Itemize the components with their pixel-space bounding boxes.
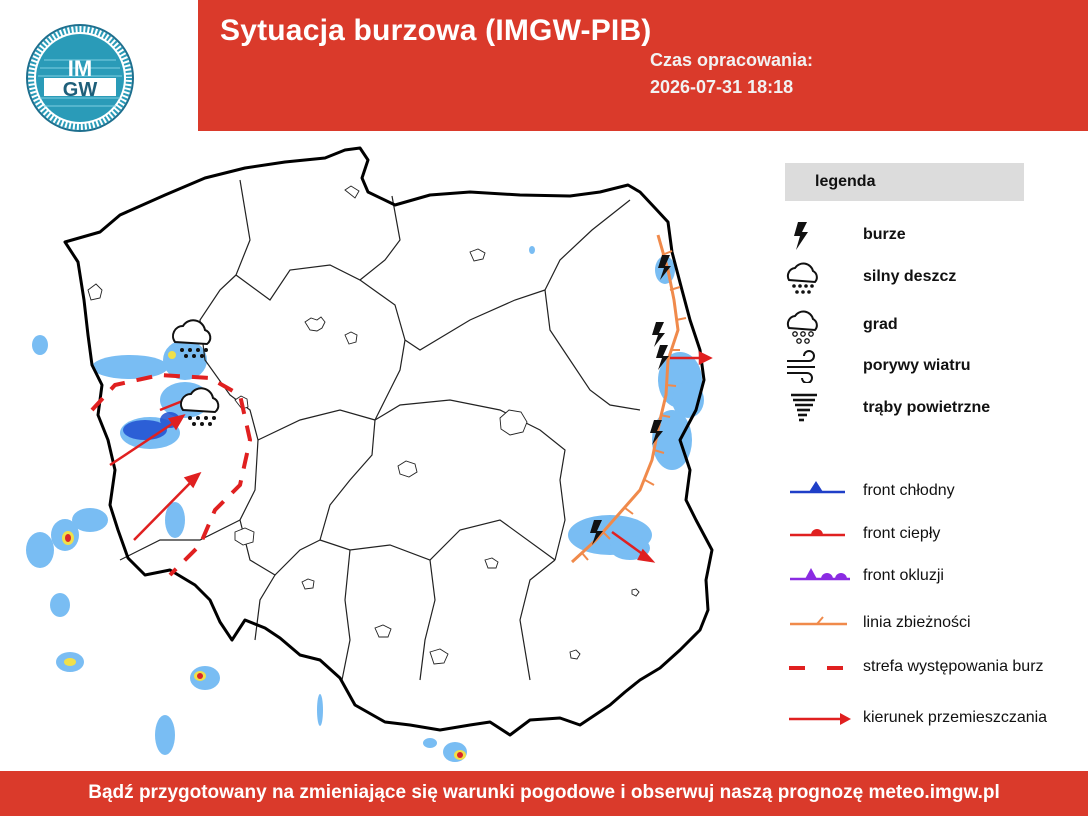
legend-item-occluded-front: front okluzji [785,559,1085,593]
page-title: Sytuacja burzowa (IMGW-PIB) [220,14,652,47]
legend-label: trąby powietrzne [863,399,991,416]
legend-item-cold-front: front chłodny [785,474,1085,508]
convergence-line-icon [790,616,847,626]
legend-title: legenda [815,173,876,190]
legend-label: silny deszcz [863,268,957,285]
imgw-logo: IM GW [22,20,138,136]
legend-label: kierunek przemieszczania [863,709,1048,726]
heavy-rain-icon [786,262,818,294]
wind-gust-icon [787,350,815,383]
legend-item-storms: burze [785,218,1085,252]
legend-item-storm-zone: strefa występowania burz [785,650,1085,684]
footer-text: Bądź przygotowany na zmieniające się war… [88,782,1000,803]
time-label: Czas opracowania: [650,50,814,70]
hail-icon [786,310,818,344]
tornado-icon [791,393,817,422]
footer-banner: Bądź przygotowany na zmieniające się war… [0,771,1088,816]
voivodeship-borders [119,179,641,681]
legend-label: burze [863,226,906,243]
legend-label: strefa występowania burz [863,658,1044,675]
time-value: 2026-07-31 18:18 [650,77,794,97]
poland-storm-map [26,146,714,762]
legend-label: front okluzji [863,567,944,584]
legend-item-warm-front: front ciepły [785,517,1085,551]
occluded-front-icon [790,568,850,581]
legend-label: grad [863,316,898,333]
warm-front-icon [790,529,845,537]
legend-label: linia zbieżności [863,614,971,631]
legend-item-tornadoes: trąby powietrzne [785,391,1085,425]
legend-item-convergence-line: linia zbieżności [785,606,1085,640]
legend-item-movement-direction: kierunek przemieszczania [785,701,1085,735]
legend-item-hail: grad [785,308,1085,344]
radar-echoes [26,246,704,762]
svg-text:IM: IM [68,56,92,81]
cold-front-icon [790,481,845,494]
movement-direction-icon [789,713,851,725]
lightning-icon [794,222,808,250]
legend-label: front chłodny [863,482,955,499]
legend-label: front ciepły [863,525,941,542]
legend-item-heavy-rain: silny deszcz [785,260,1085,294]
legend-item-wind-gusts: porywy wiatru [785,349,1085,383]
svg-text:GW: GW [63,79,98,101]
legend-label: porywy wiatru [863,357,971,374]
storm-zone-icon [789,666,847,670]
